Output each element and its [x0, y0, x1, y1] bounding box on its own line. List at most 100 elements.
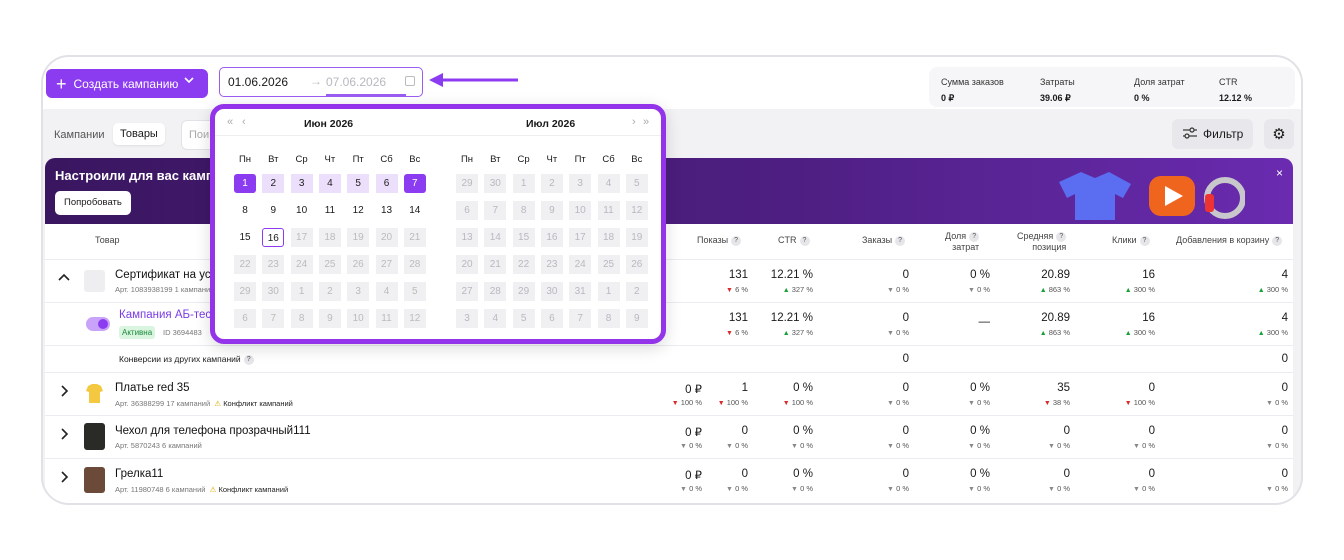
calendar-day[interactable]: 4 — [597, 174, 620, 193]
calendar-day[interactable]: 3 — [347, 282, 370, 301]
calendar-day[interactable]: 24 — [569, 255, 592, 274]
calendar-day[interactable]: 1 — [597, 282, 620, 301]
product-name[interactable]: Чехол для телефона прозрачный111 — [115, 425, 311, 437]
calendar-day[interactable]: 21 — [484, 255, 507, 274]
calendar-day[interactable]: 22 — [512, 255, 535, 274]
next-year-icon[interactable]: » — [643, 116, 650, 128]
help-icon[interactable]: ? — [731, 235, 742, 246]
product-name[interactable]: Сертификат на усл — [115, 269, 217, 281]
header-shows[interactable]: Показы? — [697, 235, 742, 246]
campaign-name[interactable]: Кампания АБ-тест — [119, 309, 216, 321]
calendar-day[interactable]: 13 — [376, 201, 398, 220]
close-icon[interactable]: × — [1276, 166, 1283, 180]
help-icon[interactable]: ? — [1272, 235, 1283, 246]
calendar-day[interactable]: 28 — [484, 282, 507, 301]
table-row[interactable]: Грелка11 Арт. 11980748 6 кампаний ⚠ Конф… — [45, 458, 1293, 501]
calendar-day[interactable]: 29 — [234, 282, 256, 301]
calendar-day[interactable]: 24 — [290, 255, 313, 274]
table-row[interactable]: Чехол для телефона прозрачный111 Арт. 58… — [45, 415, 1293, 458]
chevron-up-icon[interactable] — [57, 271, 71, 290]
calendar-day[interactable]: 25 — [318, 255, 341, 274]
calendar-day[interactable]: 22 — [234, 255, 256, 274]
chevron-right-icon[interactable] — [57, 384, 71, 403]
calendar-day[interactable]: 20 — [456, 255, 478, 274]
calendar-day[interactable]: 9 — [540, 201, 563, 220]
header-cart[interactable]: Добавления в корзину? — [1176, 235, 1283, 246]
help-icon[interactable]: ? — [969, 231, 980, 242]
calendar-day[interactable]: 23 — [540, 255, 563, 274]
calendar-icon[interactable] — [405, 76, 415, 86]
calendar-day[interactable]: 8 — [290, 309, 313, 328]
calendar-day[interactable]: 25 — [597, 255, 620, 274]
next-month-icon[interactable]: › — [632, 116, 637, 128]
calendar-day[interactable]: 30 — [262, 282, 285, 301]
calendar-day[interactable]: 5 — [403, 282, 426, 301]
calendar-day[interactable]: 30 — [484, 174, 507, 193]
calendar-day[interactable]: 3 — [456, 309, 478, 328]
calendar-day[interactable]: 5 — [347, 174, 370, 193]
calendar-day[interactable]: 1 — [234, 174, 256, 193]
chevron-down-icon[interactable] — [182, 73, 196, 90]
calendar-day[interactable]: 14 — [404, 201, 426, 220]
date-from-input[interactable]: 01.06.2026 — [228, 75, 288, 89]
calendar-day[interactable]: 26 — [625, 255, 648, 274]
calendar-day[interactable]: 29 — [512, 282, 535, 301]
chevron-right-icon[interactable] — [57, 427, 71, 446]
header-ctr[interactable]: CTR? — [778, 235, 810, 246]
product-name[interactable]: Платье red 35 — [115, 382, 190, 394]
calendar-day[interactable]: 16 — [540, 228, 563, 247]
calendar-day[interactable]: 7 — [403, 174, 426, 193]
campaign-toggle[interactable] — [86, 317, 110, 331]
calendar-day[interactable]: 17 — [569, 228, 592, 247]
prev-month-icon[interactable]: ‹ — [242, 116, 247, 128]
help-icon[interactable]: ? — [1056, 231, 1067, 242]
calendar-day[interactable]: 2 — [625, 282, 648, 301]
calendar-day[interactable]: 4 — [318, 174, 341, 193]
date-range-picker[interactable]: 01.06.2026 → 07.06.2026 — [219, 67, 423, 97]
calendar-day[interactable]: 30 — [540, 282, 563, 301]
calendar-day[interactable]: 4 — [484, 309, 507, 328]
calendar-day[interactable]: 12 — [347, 201, 369, 220]
calendar-day[interactable]: 8 — [597, 309, 620, 328]
calendar-day[interactable]: 10 — [569, 201, 592, 220]
calendar-day[interactable]: 27 — [456, 282, 478, 301]
calendar-day[interactable]: 11 — [319, 201, 341, 220]
calendar-day[interactable]: 6 — [456, 201, 478, 220]
calendar-day[interactable]: 9 — [318, 309, 341, 328]
calendar-day[interactable]: 15 — [512, 228, 535, 247]
calendar-day[interactable]: 29 — [456, 174, 478, 193]
date-to-input[interactable]: 07.06.2026 — [326, 75, 386, 89]
calendar-day[interactable]: 1 — [290, 282, 313, 301]
calendar-day[interactable]: 15 — [234, 228, 256, 247]
header-clicks[interactable]: Клики? — [1112, 235, 1150, 246]
create-campaign-button[interactable]: + Создать кампанию — [46, 69, 208, 98]
calendar-day[interactable]: 19 — [625, 228, 648, 247]
try-button[interactable]: Попробовать — [55, 191, 131, 215]
calendar-day[interactable]: 2 — [540, 174, 563, 193]
header-position[interactable]: Средняя? позиция — [1017, 231, 1067, 252]
calendar-day[interactable]: 28 — [403, 255, 426, 274]
calendar-day[interactable]: 21 — [403, 228, 426, 247]
calendar-day[interactable]: 3 — [290, 174, 313, 193]
calendar-day[interactable]: 4 — [375, 282, 398, 301]
calendar-day[interactable]: 17 — [290, 228, 313, 247]
chevron-right-icon[interactable] — [57, 470, 71, 489]
calendar-day[interactable]: 31 — [569, 282, 592, 301]
settings-button[interactable]: ⚙ — [1264, 119, 1294, 149]
help-icon[interactable]: ? — [1139, 235, 1150, 246]
calendar-day[interactable]: 6 — [234, 309, 256, 328]
calendar-day[interactable]: 14 — [484, 228, 507, 247]
calendar-day[interactable]: 11 — [597, 201, 620, 220]
help-icon[interactable]: ? — [799, 235, 810, 246]
calendar-day[interactable]: 7 — [569, 309, 592, 328]
help-icon[interactable]: ? — [243, 354, 254, 365]
header-cost-share[interactable]: Доля? затрат — [945, 231, 980, 252]
calendar-day[interactable]: 18 — [318, 228, 341, 247]
calendar-day[interactable]: 20 — [375, 228, 398, 247]
calendar-day[interactable]: 2 — [262, 174, 285, 193]
calendar-day[interactable]: 6 — [540, 309, 563, 328]
calendar-day[interactable]: 5 — [625, 174, 648, 193]
calendar-day[interactable]: 7 — [262, 309, 285, 328]
help-icon[interactable]: ? — [895, 235, 906, 246]
calendar-day[interactable]: 9 — [262, 201, 284, 220]
